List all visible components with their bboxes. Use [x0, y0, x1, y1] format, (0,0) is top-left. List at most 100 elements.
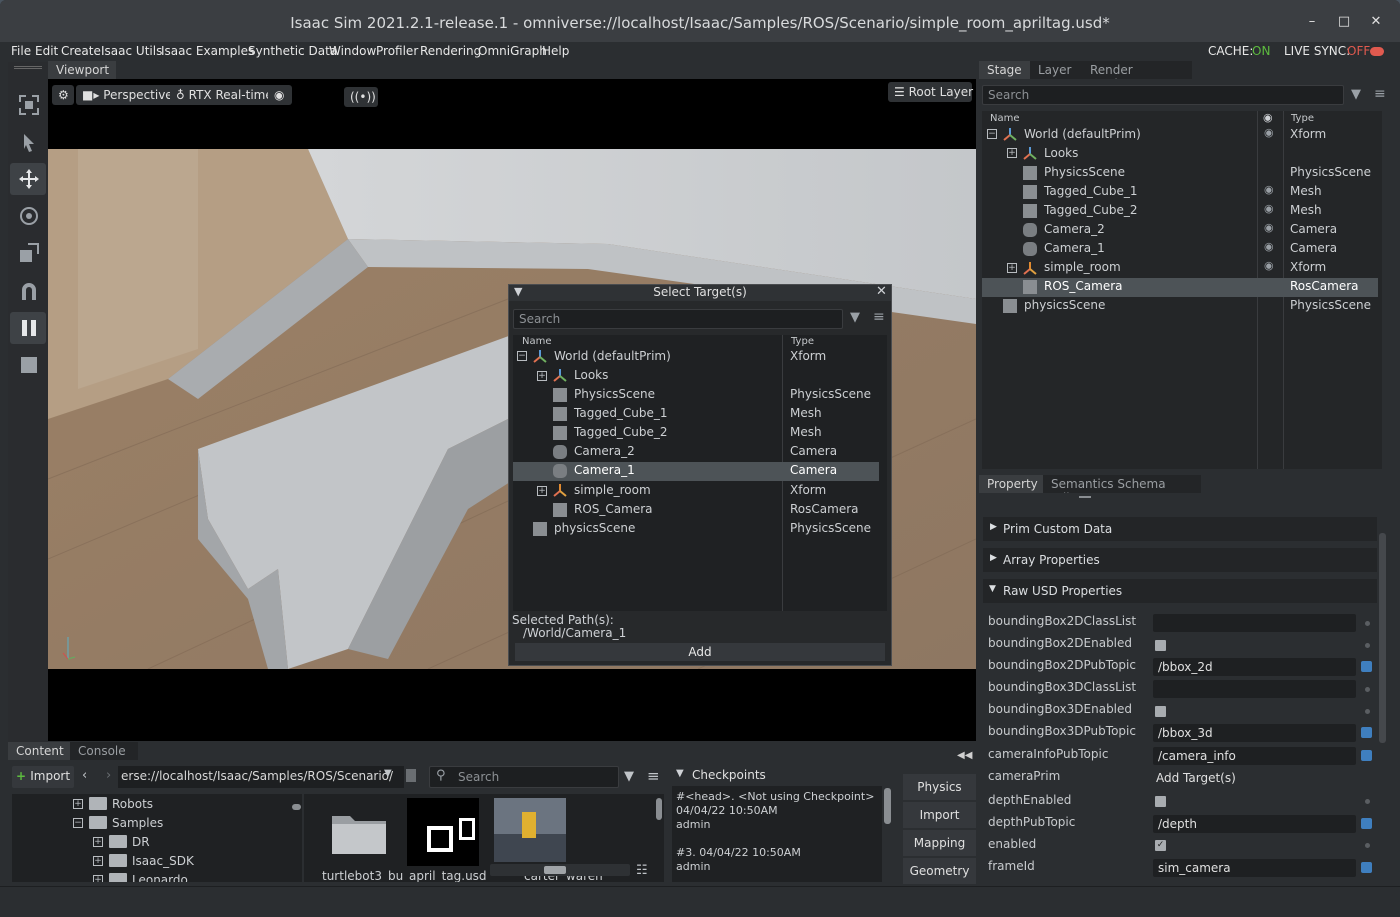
prop-default-dot[interactable]: [1365, 643, 1370, 648]
options-menu-icon[interactable]: ≡: [873, 309, 885, 325]
prop-default-dot[interactable]: [1365, 687, 1370, 692]
menu-help[interactable]: Help: [542, 44, 569, 58]
content-options-icon[interactable]: ≡: [647, 767, 660, 785]
prop-default-dot[interactable]: [1365, 843, 1370, 848]
prop-field-camera-info-pubtopic[interactable]: /camera_info: [1153, 747, 1356, 765]
expand-box-icon[interactable]: +: [93, 856, 103, 866]
visibility-eye-icon[interactable]: ◉: [1264, 221, 1274, 234]
import-side-button[interactable]: Import: [903, 802, 976, 828]
minimize-button[interactable]: –: [1304, 14, 1320, 29]
expand-box-icon[interactable]: +: [537, 486, 547, 496]
prop-default-dot[interactable]: [1365, 799, 1370, 804]
visibility-eye-icon[interactable]: ◉: [268, 85, 292, 105]
menu-file[interactable]: File: [11, 44, 31, 58]
stage-filter-icon[interactable]: ▼: [1351, 87, 1361, 102]
slider-handle[interactable]: [544, 866, 566, 874]
prop-checkbox-depth-enabled[interactable]: [1155, 796, 1166, 807]
snap-magnet-icon[interactable]: [18, 280, 40, 302]
prop-default-dot[interactable]: [1365, 621, 1370, 626]
prop-field-bbox2d-pubtopic[interactable]: /bbox_2d: [1153, 658, 1356, 676]
add-targets-button[interactable]: Add Target(s): [1156, 771, 1236, 785]
menu-isaac-utils[interactable]: Isaac Utils: [101, 44, 162, 58]
tab-content[interactable]: Content: [8, 742, 70, 760]
livesync-status[interactable]: OFF: [1347, 44, 1370, 58]
prop-modified-indicator[interactable]: [1361, 750, 1372, 761]
menu-rendering[interactable]: Rendering: [420, 44, 481, 58]
prop-modified-indicator[interactable]: [1361, 661, 1372, 672]
visibility-eye-icon[interactable]: ◉: [1264, 259, 1274, 272]
tab-semantics-schema-editor[interactable]: Semantics Schema Editor: [1043, 475, 1201, 505]
expand-box-icon[interactable]: +: [1007, 263, 1017, 273]
list-view-icon[interactable]: ☷: [636, 863, 648, 878]
menu-edit[interactable]: Edit: [35, 44, 58, 58]
frame-select-icon[interactable]: [18, 94, 40, 116]
stage-options-icon[interactable]: ≡: [1374, 86, 1386, 102]
prop-checkbox-bbox2d-enabled[interactable]: [1155, 640, 1166, 651]
expand-box-icon[interactable]: +: [537, 371, 547, 381]
stop-icon[interactable]: [18, 354, 40, 376]
prop-field-frame-id[interactable]: sim_camera: [1153, 859, 1356, 877]
pause-icon[interactable]: [18, 317, 40, 339]
add-button[interactable]: Add: [515, 643, 885, 661]
forward-arrow-icon[interactable]: ›: [106, 768, 111, 783]
menu-window[interactable]: Window: [329, 44, 376, 58]
menu-create[interactable]: Create: [61, 44, 101, 58]
visibility-eye-icon[interactable]: ◉: [1264, 240, 1274, 253]
menu-synthetic-data[interactable]: Synthetic Data: [248, 44, 337, 58]
rotate-icon[interactable]: [18, 205, 40, 227]
collapse-box-icon[interactable]: −: [987, 129, 997, 139]
maximize-button[interactable]: □: [1336, 14, 1352, 29]
collapse-box-icon[interactable]: −: [517, 351, 527, 361]
scale-icon[interactable]: [18, 242, 40, 264]
tab-viewport[interactable]: Viewport: [48, 61, 116, 79]
visibility-eye-icon[interactable]: ◉: [1264, 202, 1274, 215]
prop-field-bbox3d-classlist[interactable]: [1153, 680, 1356, 698]
filter-icon[interactable]: ▼: [850, 310, 860, 325]
path-dropdown-icon[interactable]: ▼: [384, 768, 392, 779]
geometry-button[interactable]: Geometry: [903, 858, 976, 884]
visibility-eye-icon[interactable]: ◉: [1264, 126, 1274, 139]
grid-scrollbar[interactable]: [656, 798, 662, 820]
prop-field-bbox3d-pubtopic[interactable]: /bbox_3d: [1153, 724, 1356, 742]
stage-search-input[interactable]: Search: [982, 85, 1344, 105]
tab-layer[interactable]: Layer: [1030, 61, 1082, 79]
collapse-box-icon[interactable]: −: [73, 818, 83, 828]
prop-default-dot[interactable]: [1365, 709, 1370, 714]
checkpoints-collapse-icon[interactable]: ▼: [676, 768, 684, 779]
section-raw-usd-properties[interactable]: ▼ Raw USD Properties: [983, 579, 1377, 603]
thumbnail-size-slider[interactable]: [490, 864, 630, 876]
content-search-input[interactable]: Search: [429, 766, 619, 788]
expand-box-icon[interactable]: +: [93, 875, 103, 882]
prop-modified-indicator[interactable]: [1361, 818, 1372, 829]
collapse-left-icon[interactable]: ◀◀: [957, 750, 972, 761]
visibility-eye-icon[interactable]: ◉: [1264, 183, 1274, 196]
expand-box-icon[interactable]: +: [1007, 148, 1017, 158]
path-input[interactable]: erse://localhost/Isaac/Samples/ROS/Scena…: [118, 766, 404, 788]
expand-box-icon[interactable]: +: [73, 799, 83, 809]
viewport-settings-icon[interactable]: ⚙: [52, 85, 74, 105]
bookmark-icon[interactable]: [406, 769, 416, 782]
tab-render-settings[interactable]: Render Settings: [1082, 61, 1192, 91]
camera-menu[interactable]: ■▸ Perspective: [76, 85, 179, 105]
tab-stage[interactable]: Stage: [979, 61, 1031, 79]
tab-property[interactable]: Property: [979, 475, 1043, 493]
move-icon[interactable]: [18, 168, 40, 190]
prop-modified-indicator[interactable]: [1361, 862, 1372, 873]
dialog-close-icon[interactable]: ✕: [876, 284, 887, 299]
tree-scroll-indicator[interactable]: [292, 804, 301, 810]
menu-omnigraph[interactable]: OmniGraph: [478, 44, 547, 58]
mapping-button[interactable]: Mapping: [903, 830, 976, 856]
physics-button[interactable]: Physics: [903, 774, 976, 800]
dialog-search-input[interactable]: Search: [513, 309, 843, 329]
prop-modified-indicator[interactable]: [1361, 727, 1372, 738]
checkpoints-scrollbar[interactable]: [884, 788, 891, 824]
select-arrow-icon[interactable]: [18, 132, 40, 154]
tab-console[interactable]: Console: [70, 742, 138, 760]
broadcast-icon[interactable]: ((•)): [344, 87, 378, 107]
menu-isaac-examples[interactable]: Isaac Examples: [161, 44, 254, 58]
menu-profiler[interactable]: Profiler: [376, 44, 418, 58]
drag-handle[interactable]: [1079, 496, 1091, 498]
section-array-properties[interactable]: ▶ Array Properties: [983, 548, 1377, 572]
property-scrollbar[interactable]: [1379, 533, 1386, 743]
content-filter-icon[interactable]: ▼: [624, 769, 634, 784]
